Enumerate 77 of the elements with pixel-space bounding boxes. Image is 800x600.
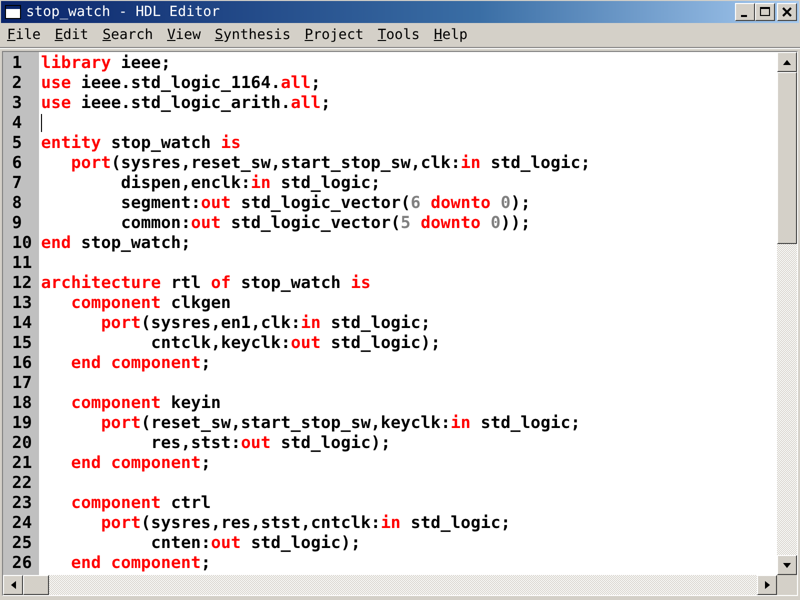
line-number: 18 [11, 393, 33, 413]
line-number: 21 [11, 453, 33, 473]
down-arrow-icon [783, 562, 791, 568]
code-line: dispen,enclk:in std_logic; [120, 173, 381, 193]
line-number: 12 [11, 273, 33, 293]
window-title: stop_watch - HDL Editor [26, 4, 221, 20]
code-line: use ieee.std_logic_arith.all; [41, 93, 331, 113]
line-number: 7 [11, 173, 23, 193]
code-line: use ieee.std_logic_1164.all; [41, 73, 321, 93]
line-number: 14 [11, 313, 33, 333]
line-number: 15 [11, 333, 33, 353]
menu-item[interactable]: Search [95, 27, 160, 43]
menu-item[interactable]: Synthesis [208, 27, 298, 43]
code-line: port(reset_sw,start_stop_sw,keyclk:in std_logic; [100, 413, 580, 433]
line-number: 17 [11, 373, 33, 393]
line-number: 13 [11, 293, 33, 313]
code-line: library ieee; [41, 53, 171, 73]
line-number: 4 [11, 113, 23, 133]
line-number: 24 [11, 513, 33, 533]
code-line: segment:out std_logic_vector(6 downto 0); [120, 193, 531, 213]
code-line: end stop_watch; [41, 233, 191, 253]
line-number: 11 [11, 253, 33, 273]
code-line: port(sysres,en1,clk:in std_logic; [100, 313, 431, 333]
line-number: 3 [11, 93, 23, 113]
code-line: end component; [70, 553, 211, 573]
scrollbar-corner [777, 575, 797, 595]
code-line: port(sysres,reset_sw,start_stop_sw,clk:in std_logic; [70, 153, 590, 173]
scroll-up-button[interactable] [777, 52, 797, 72]
line-number: 6 [11, 153, 23, 173]
line-number: 8 [11, 193, 23, 213]
code-line: end component; [70, 453, 211, 473]
close-button[interactable] [777, 3, 797, 21]
line-number: 16 [11, 353, 33, 373]
line-number: 22 [11, 473, 33, 493]
code-line: common:out std_logic_vector(5 downto 0)); [120, 213, 531, 233]
line-number: 2 [11, 73, 23, 93]
code-line: end component; [70, 353, 211, 373]
menu-item[interactable]: Edit [48, 27, 96, 43]
code-line: component ctrl [70, 493, 211, 513]
maximize-button[interactable] [755, 3, 775, 21]
window-icon [5, 5, 21, 19]
minimize-icon [740, 15, 746, 17]
close-icon [782, 7, 792, 17]
code-line: component keyin [70, 393, 221, 413]
menu-item[interactable]: Project [298, 27, 371, 43]
code-line: res,stst:out std_logic); [150, 433, 391, 453]
scroll-thumb[interactable] [777, 72, 797, 244]
code-line: port(sysres,res,stst,cntclk:in std_logic; [100, 513, 511, 533]
line-number: 25 [11, 533, 33, 553]
scroll-left-button[interactable] [3, 575, 23, 595]
scroll-thumb[interactable] [23, 575, 49, 595]
code-line: entity stop_watch is [41, 133, 241, 153]
line-number: 26 [11, 553, 33, 573]
code-line: cnten:out std_logic); [150, 533, 361, 553]
line-number: 9 [11, 213, 23, 233]
minimize-button[interactable] [735, 3, 755, 21]
line-number: 10 [11, 233, 33, 253]
line-number: 5 [11, 133, 23, 153]
menu-item[interactable]: Tools [370, 27, 427, 43]
line-number: 1 [11, 53, 23, 73]
code-line: architecture rtl of stop_watch is [41, 273, 371, 293]
line-number: 23 [11, 493, 33, 513]
line-number: 20 [11, 433, 33, 453]
scroll-down-button[interactable] [777, 555, 797, 575]
menu-item[interactable]: View [160, 27, 208, 43]
up-arrow-icon [783, 60, 791, 64]
menu-item[interactable]: File [0, 27, 48, 43]
menu-item[interactable]: Help [426, 27, 475, 43]
horizontal-scrollbar[interactable] [3, 575, 797, 595]
line-number: 19 [11, 413, 33, 433]
scroll-right-button[interactable] [757, 575, 777, 595]
code-line: component clkgen [70, 293, 231, 313]
code-line: cntclk,keyclk:out std_logic); [150, 333, 441, 353]
vertical-scrollbar[interactable] [777, 52, 797, 575]
right-arrow-icon [764, 581, 770, 589]
left-arrow-icon [10, 581, 16, 589]
maximize-icon [760, 7, 770, 17]
